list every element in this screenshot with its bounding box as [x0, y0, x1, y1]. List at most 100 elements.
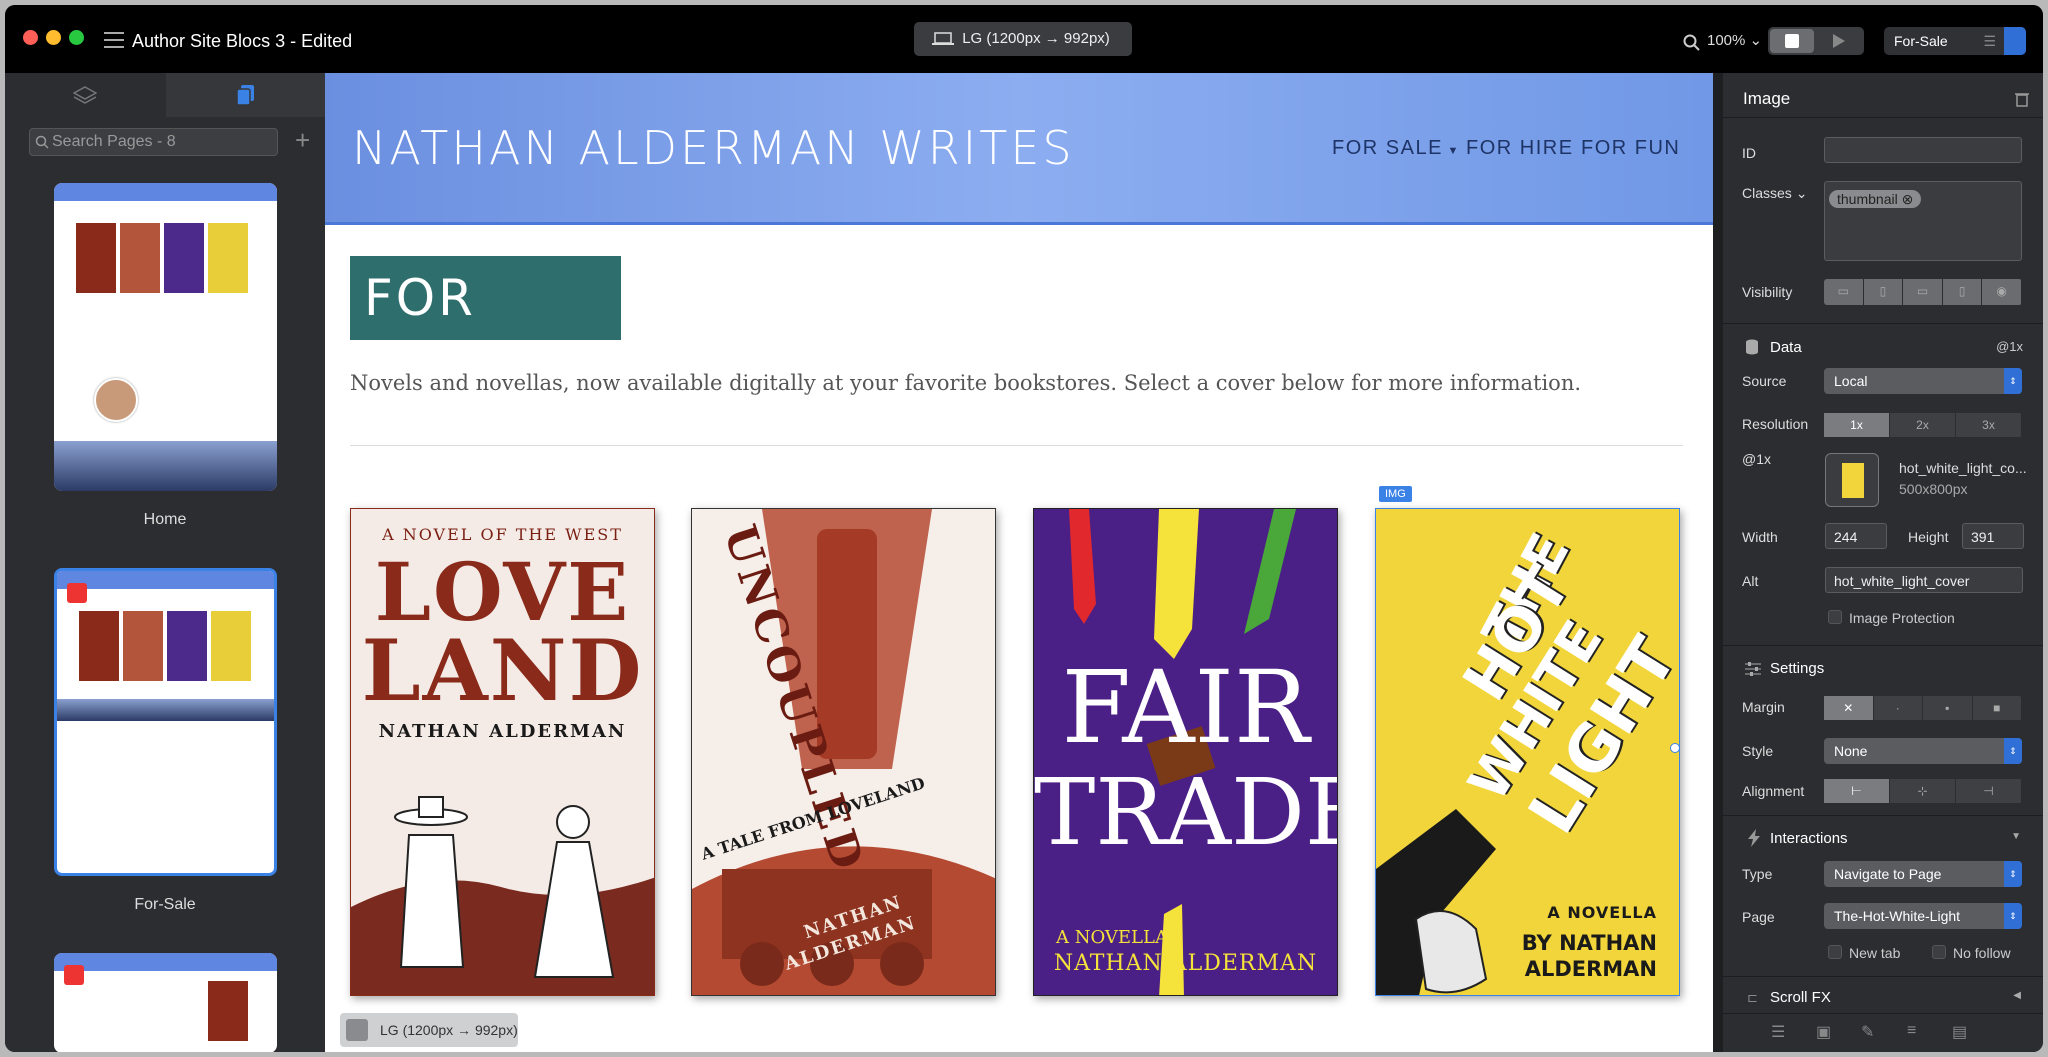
breakpoint-selector[interactable]: LG (1200px → 992px)	[914, 22, 1132, 56]
alignment-toggle[interactable]: ⊢ ⊹ ⊣	[1824, 779, 2022, 803]
new-tab-checkbox[interactable]	[1828, 945, 1842, 959]
cover-fair-trade[interactable]: FAIR TRADE A NOVELLA NATHAN ALDERMAN	[1033, 508, 1338, 996]
new-tab-label: New tab	[1849, 945, 1901, 961]
align-left-icon[interactable]: ⊢	[1824, 779, 1890, 803]
file-size: 500x800px	[1899, 481, 1968, 497]
trash-icon[interactable]	[2015, 91, 2029, 107]
edit-mode-button[interactable]	[1770, 29, 1814, 53]
interactions-section-title: Interactions	[1770, 830, 1848, 847]
visibility-toggles[interactable]: ▭ ▯ ▭ ▯ ◉	[1824, 279, 2022, 305]
nav-for-sale[interactable]: FOR SALE ▼	[1332, 137, 1460, 160]
tablet-landscape-visibility-icon[interactable]: ▭	[1903, 279, 1943, 305]
eye-icon[interactable]: ◉	[1982, 279, 2022, 305]
source-value: Local	[1834, 373, 1868, 389]
search-icon[interactable]	[1683, 34, 1701, 52]
chevron-updown-icon: ⇕	[2004, 738, 2022, 764]
align-center-icon[interactable]: ⊹	[1890, 779, 1956, 803]
image-preview	[1842, 463, 1864, 498]
class-tag[interactable]: thumbnail ⊗	[1829, 190, 1922, 208]
page-thumbnail-next[interactable]	[54, 953, 277, 1052]
zoom-level[interactable]: 100% ⌄	[1707, 31, 1762, 49]
text-block-icon[interactable]: ☰	[1771, 1022, 1785, 1042]
cover-uncoupled[interactable]: UNCOUPLED A TALE FROM LOVELAND NATHAN AL…	[691, 508, 996, 996]
desktop-visibility-icon[interactable]: ▭	[1824, 279, 1864, 305]
style-select[interactable]: None ⇕	[1824, 738, 2022, 764]
classes-field[interactable]: thumbnail ⊗	[1824, 181, 2022, 261]
canvas-scrollbar[interactable]	[1713, 73, 1723, 1052]
cover-3-sub: A NOVELLA	[1056, 927, 1168, 948]
lightning-icon	[1748, 829, 1760, 847]
phone-visibility-icon[interactable]: ▯	[1943, 279, 1983, 305]
img-selection-tag: IMG	[1379, 486, 1412, 502]
resolution-toggle[interactable]: 1x 2x 3x	[1824, 413, 2022, 437]
play-icon[interactable]	[1832, 33, 1846, 49]
nav-for-fun[interactable]: FOR FUN	[1581, 137, 1680, 160]
margin-none[interactable]: ✕	[1824, 696, 1874, 720]
zoom-window-button[interactable]	[69, 30, 84, 45]
search-placeholder: Search Pages - 8	[52, 133, 176, 150]
trash-icon[interactable]	[67, 583, 87, 603]
nav-for-hire[interactable]: FOR HIRE	[1466, 137, 1574, 160]
expand-triangle-icon[interactable]: ◀	[2013, 990, 2021, 1001]
database-icon	[1746, 339, 1758, 355]
design-canvas[interactable]: NATHAN ALDERMAN WRITES FOR SALE ▼ FOR HI…	[325, 73, 1713, 1052]
type-select[interactable]: Navigate to Page ⇕	[1824, 861, 2022, 887]
image-protection-checkbox[interactable]	[1828, 610, 1842, 624]
page-selector[interactable]: For-Sale ☰	[1884, 27, 2026, 55]
data-scale: @1x	[1996, 339, 2023, 354]
alt-field[interactable]: hot_white_light_cover	[1825, 567, 2023, 593]
add-page-button[interactable]: +	[295, 125, 310, 156]
page-heading[interactable]: FOR SALE	[350, 256, 621, 411]
collapse-triangle-icon[interactable]: ▼	[2011, 831, 2021, 842]
no-follow-checkbox[interactable]	[1932, 945, 1946, 959]
source-select[interactable]: Local ⇕	[1824, 368, 2022, 394]
margin-toggle[interactable]: ✕ · ▪ ■	[1824, 696, 2022, 720]
nav-for-sale-label: FOR SALE	[1332, 137, 1443, 159]
cover-love-land[interactable]: A NOVEL OF THE WEST LOVE LAND NATHAN ALD…	[350, 508, 655, 996]
avatar	[94, 378, 138, 422]
page-select[interactable]: The-Hot-White-Light ⇕	[1824, 903, 2022, 929]
margin-large[interactable]: ■	[1973, 696, 2022, 720]
menu-icon[interactable]	[104, 32, 124, 48]
page-thumbnail-home[interactable]	[54, 183, 277, 491]
tagline[interactable]: Novels and novellas, now available digit…	[350, 371, 1581, 395]
zoom-value: 100%	[1707, 32, 1746, 49]
trash-icon[interactable]	[64, 965, 84, 985]
document-icon[interactable]: ▤	[1952, 1022, 1967, 1042]
site-title[interactable]: NATHAN ALDERMAN WRITES	[352, 121, 1075, 175]
resolution-2x[interactable]: 2x	[1890, 413, 1956, 437]
classes-label[interactable]: Classes ⌄	[1742, 185, 1807, 202]
page-search-input[interactable]: Search Pages - 8	[29, 128, 278, 156]
mode-toggle[interactable]	[1768, 27, 1864, 55]
remove-tag-icon[interactable]: ⊗	[1902, 191, 1914, 207]
scroll-fx-section-title[interactable]: Scroll FX	[1770, 989, 1831, 1006]
align-right-icon[interactable]: ⊣	[1956, 779, 2022, 803]
close-window-button[interactable]	[23, 30, 38, 45]
id-field[interactable]	[1824, 137, 2022, 163]
source-label: Source	[1742, 373, 1787, 389]
pages-tab[interactable]	[166, 73, 325, 117]
page-thumbnail-for-sale[interactable]	[54, 568, 277, 876]
page-label: Page	[1742, 909, 1775, 925]
resolution-1x[interactable]: 1x	[1824, 413, 1890, 437]
tablet-visibility-icon[interactable]: ▯	[1864, 279, 1904, 305]
margin-small[interactable]: ·	[1874, 696, 1923, 720]
minimize-window-button[interactable]	[46, 30, 61, 45]
brush-icon[interactable]: ✎	[1861, 1022, 1874, 1042]
layers-icon	[73, 86, 97, 104]
style-label: Style	[1742, 743, 1774, 759]
width-field[interactable]: 244	[1825, 523, 1887, 549]
image-thumbnail[interactable]	[1825, 453, 1879, 507]
layers-tab[interactable]	[5, 73, 164, 117]
list-icon[interactable]: ≡	[1907, 1022, 1916, 1040]
breakpoint-indicator[interactable]: LG (1200px → 992px)	[340, 1013, 518, 1047]
alignment-label: Alignment	[1742, 783, 1805, 799]
chevron-down-icon: ⌄	[1795, 185, 1808, 201]
height-field[interactable]: 391	[1962, 523, 2024, 549]
resolution-3x[interactable]: 3x	[1956, 413, 2022, 437]
margin-medium[interactable]: ▪	[1923, 696, 1973, 720]
type-label: Type	[1742, 866, 1773, 882]
image-icon[interactable]: ▣	[1816, 1022, 1831, 1042]
resize-handle-right[interactable]	[1670, 743, 1679, 753]
cover-hot-white-light[interactable]: THE HOT WHITE LIGHT A NOVELLA BY NATHAN …	[1375, 508, 1680, 996]
